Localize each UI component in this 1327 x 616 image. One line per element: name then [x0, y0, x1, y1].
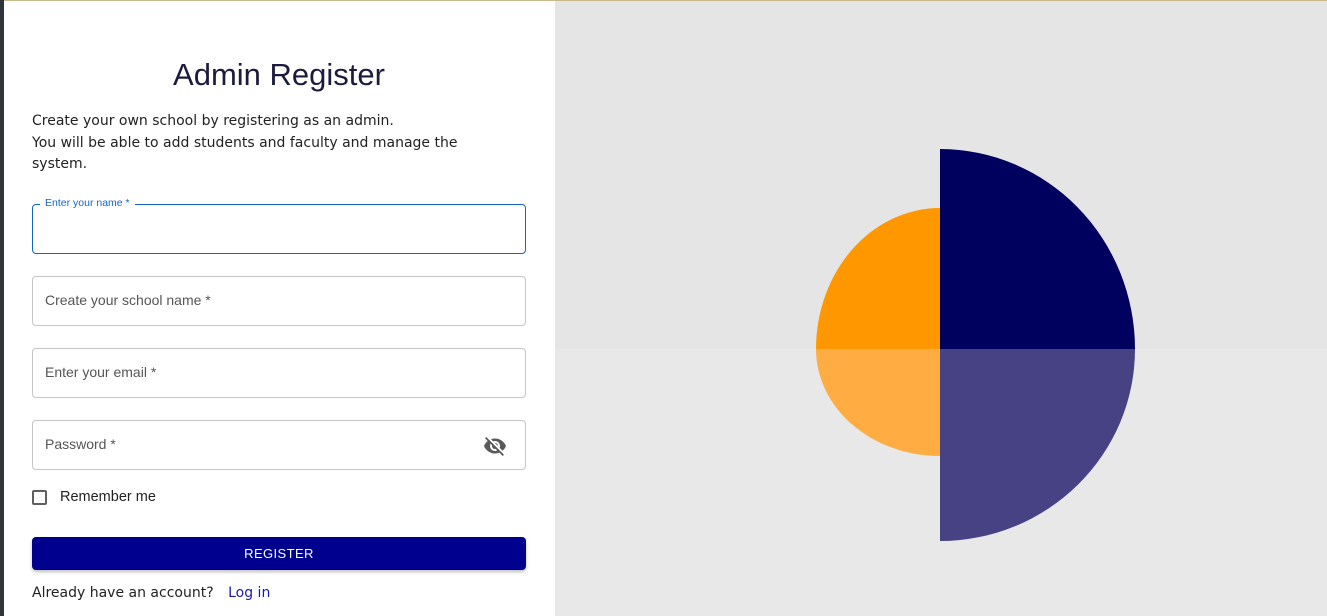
- login-link[interactable]: Log in: [228, 585, 270, 601]
- email-placeholder: Enter your email *: [45, 364, 157, 380]
- remember-me-row[interactable]: Remember me: [32, 487, 156, 507]
- password-field[interactable]: Password *: [32, 420, 526, 470]
- navy-quarter-bottom: [940, 349, 1135, 541]
- school-name-placeholder: Create your school name *: [45, 292, 211, 308]
- school-name-field[interactable]: Create your school name *: [32, 276, 526, 326]
- name-field-label: Enter your name *: [40, 197, 135, 209]
- orange-quarter-top: [816, 208, 940, 349]
- email-field[interactable]: Enter your email *: [32, 348, 526, 398]
- login-prompt: Already have an account? Log in: [32, 585, 270, 601]
- remember-me-label: Remember me: [60, 489, 156, 505]
- remember-me-checkbox[interactable]: [32, 489, 47, 505]
- intro-line: You will be able to add students and fac…: [32, 134, 458, 151]
- abstract-circle-illustration: [816, 149, 1135, 541]
- page-title: Admin Register: [173, 57, 385, 92]
- intro-line: Create your own school by registering as…: [32, 113, 394, 129]
- name-field[interactable]: Enter your name *: [32, 197, 526, 254]
- register-form-panel: Admin Register Create your own school by…: [4, 1, 555, 616]
- orange-quarter-bottom: [816, 349, 940, 456]
- password-placeholder: Password *: [45, 436, 116, 452]
- register-page: Admin Register Create your own school by…: [0, 0, 1327, 616]
- navy-quarter-top: [940, 149, 1135, 349]
- illustration-panel: [555, 1, 1327, 616]
- account-prompt-text: Already have an account?: [32, 585, 214, 601]
- intro-line: system.: [32, 156, 88, 172]
- eye-off-icon[interactable]: [483, 434, 507, 458]
- register-button[interactable]: REGISTER: [32, 537, 526, 570]
- intro-text: Create your own school by registering as…: [32, 111, 502, 176]
